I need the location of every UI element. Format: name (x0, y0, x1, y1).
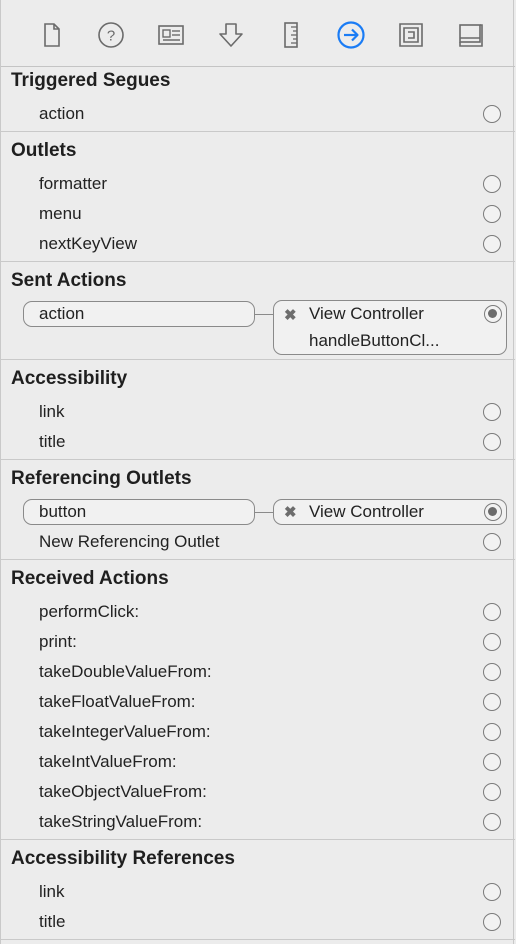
connections-inspector-icon[interactable] (336, 20, 366, 50)
received-action-connection-circle[interactable] (483, 693, 501, 711)
connections-inspector: ? Triggered Segues action Outlets format… (0, 0, 515, 944)
received-action-row: takeStringValueFrom: (39, 812, 203, 831)
accessibility-title-connection-circle[interactable] (483, 433, 501, 451)
inspector-toolbar: ? (1, 0, 515, 67)
sent-action-source-pill[interactable]: action (23, 301, 255, 327)
received-action-row: takeDoubleValueFrom: (39, 662, 212, 681)
received-action-row: takeFloatValueFrom: (39, 692, 196, 711)
quick-help-icon[interactable]: ? (96, 20, 126, 50)
connection-line (255, 314, 275, 315)
referencing-outlet-target-box[interactable]: ✖ View Controller (273, 499, 507, 525)
referencing-outlet-connected-circle[interactable] (484, 503, 502, 521)
divider (1, 131, 515, 132)
new-referencing-outlet-circle[interactable] (483, 533, 501, 551)
remove-connection-icon[interactable]: ✖ (284, 306, 297, 324)
received-actions-title: Received Actions (11, 568, 169, 589)
svg-text:?: ? (107, 28, 115, 45)
accessibility-row-link: link (39, 402, 65, 421)
sent-action-connected-circle[interactable] (484, 305, 502, 323)
new-referencing-outlet-label: New Referencing Outlet (39, 532, 220, 551)
bindings-inspector-icon[interactable] (396, 20, 426, 50)
referencing-outlet-source-pill[interactable]: button (23, 499, 255, 525)
outlets-title: Outlets (11, 140, 77, 161)
received-action-row: print: (39, 632, 77, 651)
outlet-row-formatter: formatter (39, 174, 108, 193)
connection-line (255, 512, 275, 513)
attributes-inspector-icon[interactable] (216, 20, 246, 50)
received-action-connection-circle[interactable] (483, 753, 501, 771)
received-action-row: takeIntegerValueFrom: (39, 722, 211, 741)
referencing-outlet-target-name: View Controller (309, 502, 424, 521)
outlet-formatter-connection-circle[interactable] (483, 175, 501, 193)
received-action-connection-circle[interactable] (483, 783, 501, 801)
sent-action-target-name: View Controller (309, 304, 424, 323)
remove-connection-icon[interactable]: ✖ (284, 503, 297, 521)
received-action-row: takeObjectValueFrom: (39, 782, 207, 801)
identity-inspector-icon[interactable] (156, 20, 186, 50)
received-action-row: takeIntValueFrom: (39, 752, 177, 771)
triggered-segues-title: Triggered Segues (11, 70, 171, 91)
received-action-connection-circle[interactable] (483, 663, 501, 681)
view-effects-inspector-icon[interactable] (456, 20, 486, 50)
size-inspector-icon[interactable] (276, 20, 306, 50)
received-action-connection-circle[interactable] (483, 633, 501, 651)
accessibility-link-connection-circle[interactable] (483, 403, 501, 421)
accessibility-reference-title-circle[interactable] (483, 913, 501, 931)
divider (1, 559, 515, 560)
accessibility-reference-link-circle[interactable] (483, 883, 501, 901)
file-inspector-icon[interactable] (37, 20, 67, 50)
received-action-connection-circle[interactable] (483, 723, 501, 741)
accessibility-row-title: title (39, 432, 66, 451)
outlet-menu-connection-circle[interactable] (483, 205, 501, 223)
segue-action-connection-circle[interactable] (483, 105, 501, 123)
accessibility-references-title: Accessibility References (11, 848, 235, 869)
sent-actions-title: Sent Actions (11, 270, 127, 291)
received-action-row: performClick: (39, 602, 140, 621)
accessibility-reference-row-title: title (39, 912, 66, 931)
referencing-outlets-title: Referencing Outlets (11, 468, 192, 489)
divider (1, 939, 515, 940)
sent-action-target-box[interactable]: ✖ View Controller handleButtonCl... (273, 300, 507, 355)
outlet-nextkeyview-connection-circle[interactable] (483, 235, 501, 253)
divider (1, 459, 515, 460)
accessibility-reference-row-link: link (39, 882, 65, 901)
received-action-connection-circle[interactable] (483, 603, 501, 621)
divider (1, 261, 515, 262)
outlet-row-menu: menu (39, 204, 82, 223)
segue-row-action: action (39, 104, 85, 123)
received-action-connection-circle[interactable] (483, 813, 501, 831)
divider (1, 839, 515, 840)
accessibility-title: Accessibility (11, 368, 128, 389)
outlet-row-nextkeyview: nextKeyView (39, 234, 137, 253)
divider (1, 359, 515, 360)
sent-action-target-method: handleButtonCl... (309, 331, 440, 350)
